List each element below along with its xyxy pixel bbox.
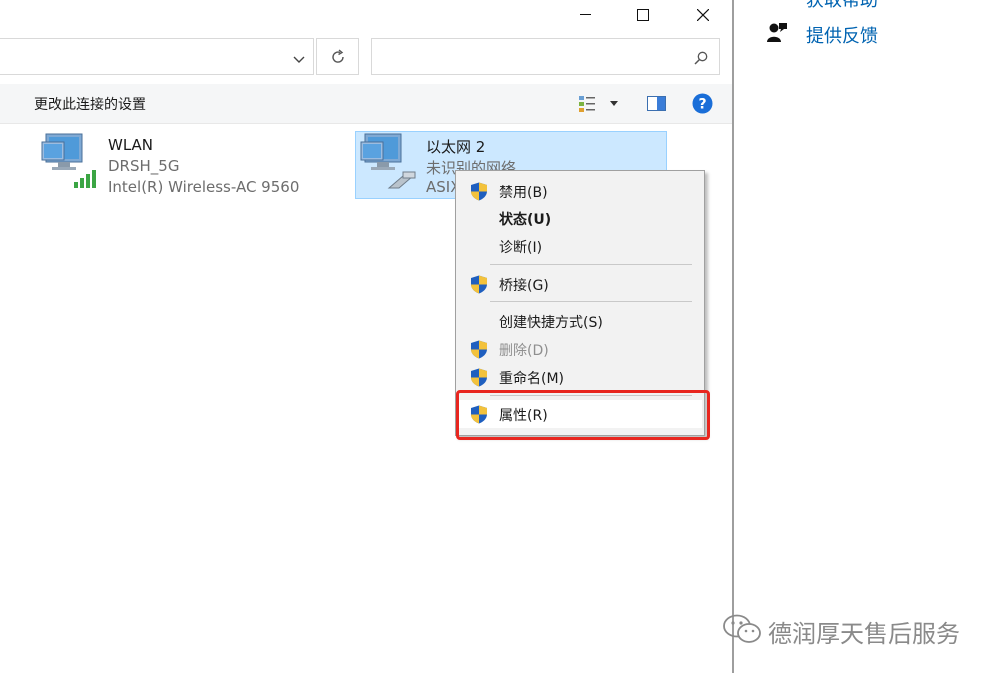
- ethernet-adapter-icon: [360, 133, 416, 189]
- address-bar[interactable]: [0, 38, 314, 75]
- view-dropdown-icon: [610, 100, 618, 106]
- preview-pane-button[interactable]: [647, 84, 666, 123]
- connection-name: 以太网 2: [426, 138, 486, 156]
- uac-shield-icon: [470, 182, 488, 205]
- close-button[interactable]: [680, 0, 726, 30]
- preview-pane-icon: [647, 96, 666, 111]
- uac-shield-icon: [470, 275, 488, 298]
- search-box[interactable]: [371, 38, 720, 75]
- menu-item-create-shortcut[interactable]: 创建快捷方式(S): [458, 307, 702, 335]
- close-icon: [697, 9, 709, 21]
- watermark-text: 德润厚天售后服务: [768, 620, 960, 648]
- refresh-icon: [331, 48, 344, 63]
- help-icon: ?: [692, 93, 713, 114]
- menu-item-label: 诊断(I): [499, 240, 543, 256]
- highlight-annotation: [456, 390, 710, 440]
- uac-shield-icon: [470, 368, 488, 391]
- svg-text:?: ?: [698, 97, 706, 113]
- right-pane: [734, 0, 992, 673]
- menu-item-label: 重命名(M): [499, 371, 565, 387]
- connection-item-wlan[interactable]: WLAN DRSH_5G Intel(R) Wireless-AC 9560: [40, 132, 340, 198]
- menu-item-bridge[interactable]: 桥接(G): [458, 270, 702, 298]
- wifi-adapter-icon: [41, 133, 96, 188]
- chevron-down-icon[interactable]: [293, 50, 305, 69]
- wechat-logo-icon: [723, 614, 761, 643]
- minimize-icon: [580, 14, 591, 15]
- connection-name: WLAN: [108, 136, 154, 154]
- view-options-button[interactable]: [578, 84, 620, 123]
- menu-item-label: 桥接(G): [499, 278, 549, 294]
- menu-item-label: 状态(U): [499, 212, 552, 228]
- help-button[interactable]: ?: [692, 84, 713, 123]
- menu-item-rename[interactable]: 重命名(M): [458, 363, 702, 391]
- menu-item-label: 删除(D): [499, 343, 549, 359]
- menu-item-diagnose[interactable]: 诊断(I): [458, 232, 702, 260]
- menu-item-label: 创建快捷方式(S): [499, 315, 603, 331]
- menu-item-status[interactable]: 状态(U): [458, 204, 702, 232]
- help-link[interactable]: 获取帮助: [806, 0, 878, 12]
- refresh-button[interactable]: [316, 38, 359, 75]
- connection-status: DRSH_5G: [108, 157, 180, 175]
- maximize-icon: [637, 9, 649, 21]
- help-link-icon: [766, 0, 788, 4]
- menu-separator: [490, 264, 692, 265]
- command-bar: 更改此连接的设置 ?: [0, 84, 732, 124]
- feedback-icon: [767, 23, 787, 42]
- uac-shield-icon: [470, 340, 488, 363]
- feedback-link[interactable]: 提供反馈: [806, 22, 878, 48]
- search-icon: [694, 50, 708, 69]
- menu-item-delete: 删除(D): [458, 335, 702, 363]
- menu-item-disable[interactable]: 禁用(B): [458, 177, 702, 205]
- maximize-button[interactable]: [620, 0, 666, 30]
- menu-item-label: 禁用(B): [499, 185, 548, 201]
- network-connections-window: 更改此连接的设置 ? WLAN DRSH_5G Intel(R) Wireles…: [0, 0, 732, 673]
- change-settings-command[interactable]: 更改此连接的设置: [34, 94, 146, 114]
- minimize-button[interactable]: [563, 0, 609, 30]
- menu-separator: [490, 301, 692, 302]
- connection-device: Intel(R) Wireless-AC 9560: [108, 178, 300, 196]
- change-view-icon: [579, 95, 595, 112]
